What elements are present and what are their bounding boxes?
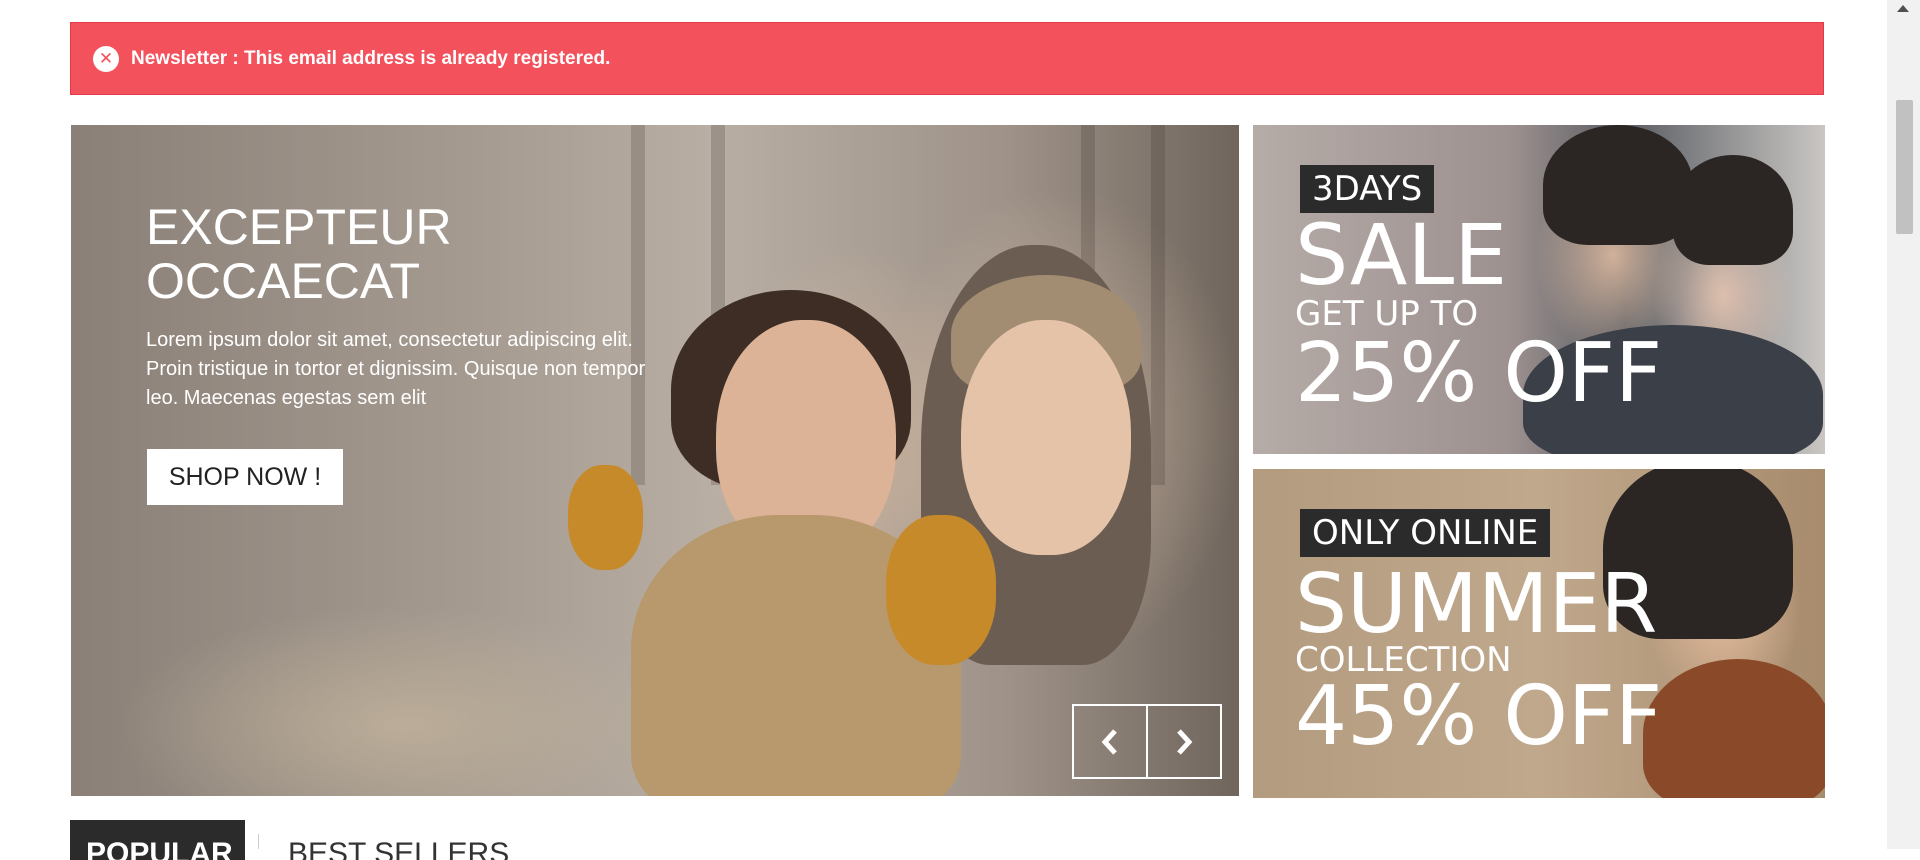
promo-banner-summer[interactable]: ONLY ONLINE SUMMER COLLECTION 45% OFF bbox=[1253, 469, 1825, 798]
page-scrollbar[interactable] bbox=[1887, 0, 1920, 849]
background-tree bbox=[1151, 125, 1165, 485]
banner-photo-hair bbox=[1673, 155, 1793, 265]
banner-line3: 25% OFF bbox=[1295, 326, 1663, 421]
banner-line3: 45% OFF bbox=[1295, 669, 1663, 764]
newsletter-error-alert: ✕ Newsletter : This email address is alr… bbox=[70, 22, 1824, 95]
hero-photo-mitten bbox=[886, 515, 996, 665]
tab-divider bbox=[258, 834, 259, 849]
banner-photo-sunglasses bbox=[1643, 659, 1825, 798]
hero-photo-face bbox=[961, 320, 1131, 555]
shop-now-button[interactable]: SHOP NOW ! bbox=[147, 449, 343, 505]
alert-message: Newsletter : This email address is alrea… bbox=[131, 47, 611, 69]
banner-line1: SALE bbox=[1295, 206, 1508, 304]
promo-banner-sale[interactable]: 3DAYS SALE GET UP TO 25% OFF bbox=[1253, 125, 1825, 454]
hero-photo-mitten bbox=[568, 465, 643, 570]
scrollbar-thumb[interactable] bbox=[1896, 100, 1913, 234]
hero-headline-line2: OCCAECAT bbox=[146, 253, 421, 309]
hero-headline-line1: EXCEPTEUR bbox=[146, 199, 452, 255]
scroll-up-arrow-icon[interactable] bbox=[1897, 5, 1909, 12]
banner-tag: ONLY ONLINE bbox=[1300, 509, 1551, 557]
slider-next-button[interactable] bbox=[1146, 706, 1220, 777]
hero-description: Lorem ipsum dolor sit amet, consectetur … bbox=[146, 329, 646, 409]
banner-line1: SUMMER bbox=[1295, 557, 1658, 652]
tab-popular[interactable]: POPULAR bbox=[70, 820, 245, 860]
slider-prev-button[interactable] bbox=[1074, 706, 1146, 777]
hero-headline: EXCEPTEUR OCCAECAT bbox=[146, 200, 666, 308]
banner-photo-hair bbox=[1543, 125, 1693, 245]
tab-best-sellers[interactable]: BEST SELLERS bbox=[288, 820, 509, 860]
chevron-right-icon bbox=[1177, 728, 1193, 755]
close-circle-icon[interactable]: ✕ bbox=[93, 45, 119, 72]
hero-slider: EXCEPTEUR OCCAECAT Lorem ipsum dolor sit… bbox=[71, 125, 1239, 796]
chevron-left-icon bbox=[1101, 728, 1117, 755]
hero-text: EXCEPTEUR OCCAECAT Lorem ipsum dolor sit… bbox=[146, 200, 666, 413]
slider-navigation bbox=[1072, 704, 1222, 779]
